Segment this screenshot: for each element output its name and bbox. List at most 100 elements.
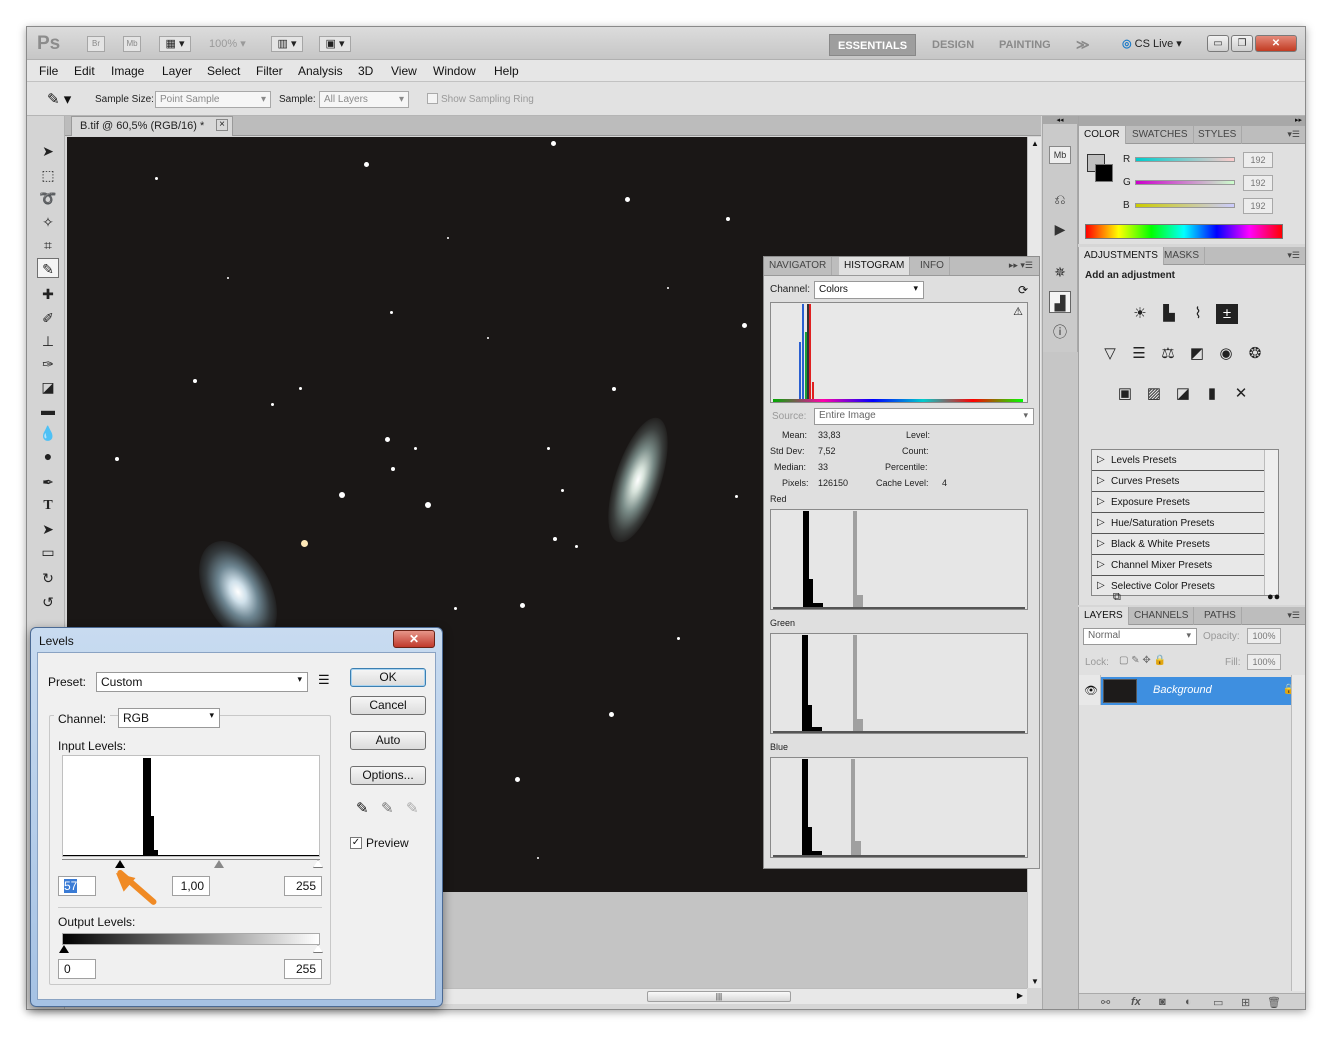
actions-icon[interactable]: ▶ bbox=[1049, 218, 1071, 240]
delete-layer-icon[interactable]: 🗑 bbox=[1267, 996, 1281, 1009]
panel-menu-icon[interactable]: ▾☰ bbox=[1287, 610, 1300, 621]
link-layers-icon[interactable]: ⚯ bbox=[1101, 996, 1110, 1009]
new-adjustment-layer-icon[interactable]: ◐ bbox=[1185, 996, 1192, 1008]
tab-swatches[interactable]: SWATCHES bbox=[1127, 126, 1194, 144]
workspace-essentials[interactable]: ESSENTIALS bbox=[829, 34, 917, 56]
add-mask-icon[interactable]: ◙ bbox=[1159, 996, 1166, 1008]
marquee-tool-icon[interactable]: ⬚ bbox=[37, 165, 59, 185]
brush-tool-icon[interactable]: ✐ bbox=[37, 308, 59, 328]
tab-paths[interactable]: PATHS bbox=[1199, 607, 1242, 625]
close-button[interactable]: ✕ bbox=[1255, 35, 1297, 52]
presets-scrollbar[interactable] bbox=[1264, 450, 1278, 595]
more-workspaces-icon[interactable]: ≫ bbox=[1068, 34, 1098, 56]
opacity-value[interactable]: 100% bbox=[1247, 628, 1281, 644]
color-balance-icon[interactable]: ⚖ bbox=[1157, 344, 1179, 364]
menu-layer[interactable]: Layer bbox=[162, 64, 192, 78]
auto-button[interactable]: Auto bbox=[350, 731, 426, 750]
menu-view[interactable]: View bbox=[391, 64, 417, 78]
green-slider[interactable] bbox=[1135, 180, 1235, 185]
tab-info[interactable]: INFO bbox=[915, 257, 950, 275]
threshold-icon[interactable]: ◪ bbox=[1172, 384, 1194, 404]
gray-eyedropper-icon[interactable]: ✎ bbox=[381, 799, 394, 817]
screen-mode-button[interactable]: ▣ ▾ bbox=[319, 36, 351, 52]
preset-options-icon[interactable]: ☰ bbox=[318, 672, 330, 688]
info-icon[interactable]: ⓘ bbox=[1049, 321, 1071, 343]
panel-menu-icon[interactable]: ▸▸ ▾☰ bbox=[1009, 260, 1033, 271]
preset-black-white[interactable]: ▷ Black & White Presets bbox=[1092, 534, 1264, 555]
tab-navigator[interactable]: NAVIGATOR bbox=[764, 257, 833, 275]
eyedropper-tool-icon[interactable]: ✎ bbox=[37, 258, 59, 278]
tab-channels[interactable]: CHANNELS bbox=[1129, 607, 1195, 625]
menu-window[interactable]: Window bbox=[433, 64, 476, 78]
panel-menu-icon[interactable]: ▾☰ bbox=[1287, 129, 1300, 140]
eyedropper-tool-preset-icon[interactable]: ✎ ▾ bbox=[47, 90, 71, 108]
sample-size-select[interactable]: Point Sample ▾ bbox=[155, 91, 271, 108]
preset-exposure[interactable]: ▷ Exposure Presets bbox=[1092, 492, 1264, 513]
menu-edit[interactable]: Edit bbox=[74, 64, 95, 78]
mini-bridge-button[interactable]: Mb bbox=[123, 36, 141, 52]
close-icon[interactable]: × bbox=[216, 119, 228, 131]
vibrance-icon[interactable]: ▽ bbox=[1099, 344, 1121, 364]
color-spectrum-ramp[interactable] bbox=[1085, 224, 1283, 239]
output-black-field[interactable]: 0 bbox=[58, 959, 96, 979]
healing-brush-tool-icon[interactable]: ✚ bbox=[37, 284, 59, 304]
gradient-tool-icon[interactable]: ▬ bbox=[37, 400, 59, 420]
clone-stamp-tool-icon[interactable]: ⊥ bbox=[37, 331, 59, 351]
quick-selection-tool-icon[interactable]: ✧ bbox=[37, 212, 59, 232]
blur-tool-icon[interactable]: 💧 bbox=[37, 423, 59, 443]
tab-adjustments[interactable]: ADJUSTMENTS bbox=[1079, 247, 1164, 265]
photo-filter-icon[interactable]: ◉ bbox=[1215, 344, 1237, 364]
ok-button[interactable]: OK bbox=[350, 668, 426, 687]
blend-mode-select[interactable]: Normal ▾ bbox=[1083, 628, 1197, 645]
fill-value[interactable]: 100% bbox=[1247, 654, 1281, 670]
histogram-source-select[interactable]: Entire Image ▾ bbox=[814, 408, 1034, 425]
move-tool-icon[interactable]: ➤ bbox=[37, 141, 59, 161]
collapse-panel-icon[interactable]: ▸▸ bbox=[1079, 116, 1305, 126]
red-slider[interactable] bbox=[1135, 157, 1235, 162]
background-color-swatch[interactable] bbox=[1095, 164, 1113, 182]
warning-icon[interactable]: ⚠ bbox=[1013, 305, 1023, 318]
cs-live-menu[interactable]: ◎ CS Live ▾ bbox=[1122, 37, 1182, 50]
preset-curves[interactable]: ▷ Curves Presets bbox=[1092, 471, 1264, 492]
input-gamma-field[interactable]: 1,00 bbox=[172, 876, 210, 896]
3d-rotate-tool-icon[interactable]: ↻ bbox=[37, 568, 59, 588]
eye-icon[interactable]: 👁 bbox=[1084, 684, 1098, 697]
brightness-contrast-icon[interactable]: ☀ bbox=[1129, 304, 1151, 324]
menu-image[interactable]: Image bbox=[111, 64, 144, 78]
output-white-field[interactable]: 255 bbox=[284, 959, 322, 979]
tab-color[interactable]: COLOR bbox=[1079, 126, 1126, 144]
hue-saturation-icon[interactable]: ☰ bbox=[1128, 344, 1150, 364]
rectangle-tool-icon[interactable]: ▭ bbox=[37, 542, 59, 562]
history-brush-tool-icon[interactable]: ✑ bbox=[37, 354, 59, 374]
dialog-close-button[interactable]: ✕ bbox=[393, 630, 435, 648]
selective-color-icon[interactable]: ✕ bbox=[1230, 384, 1252, 404]
menu-analysis[interactable]: Analysis bbox=[298, 64, 343, 78]
clip-to-layer-icon[interactable]: ⧉ bbox=[1113, 591, 1121, 604]
channel-mixer-icon[interactable]: ❂ bbox=[1244, 344, 1266, 364]
3d-orbit-tool-icon[interactable]: ↺ bbox=[37, 592, 59, 612]
history-icon[interactable]: ⎌ bbox=[1049, 188, 1071, 210]
maximize-button[interactable]: ❐ bbox=[1231, 35, 1253, 52]
tab-histogram[interactable]: HISTOGRAM bbox=[839, 257, 911, 275]
document-tab[interactable]: B.tif @ 60,5% (RGB/16) * × bbox=[71, 116, 233, 136]
navigator-icon[interactable]: ✵ bbox=[1049, 261, 1071, 283]
new-group-icon[interactable]: ▭ bbox=[1213, 996, 1223, 1009]
histogram-icon[interactable]: ▟ bbox=[1049, 291, 1071, 313]
preset-channel-mixer[interactable]: ▷ Channel Mixer Presets bbox=[1092, 555, 1264, 576]
menu-filter[interactable]: Filter bbox=[256, 64, 283, 78]
red-value[interactable]: 192 bbox=[1243, 152, 1273, 168]
dodge-tool-icon[interactable]: ● bbox=[37, 446, 59, 466]
pen-tool-icon[interactable]: ✒ bbox=[37, 472, 59, 492]
minimize-button[interactable]: ▭ bbox=[1207, 35, 1229, 52]
blue-value[interactable]: 192 bbox=[1243, 198, 1273, 214]
input-white-field[interactable]: 255 bbox=[284, 876, 322, 896]
output-black-handle[interactable] bbox=[59, 945, 69, 953]
gradient-map-icon[interactable]: ▮ bbox=[1201, 384, 1223, 404]
view-previous-state-icon[interactable]: ●● bbox=[1267, 591, 1280, 603]
horizontal-scroll-thumb[interactable]: ||| bbox=[647, 991, 791, 1002]
green-value[interactable]: 192 bbox=[1243, 175, 1273, 191]
preset-hue-saturation[interactable]: ▷ Hue/Saturation Presets bbox=[1092, 513, 1264, 534]
path-selection-tool-icon[interactable]: ➤ bbox=[37, 519, 59, 539]
view-extras-button[interactable]: ▦ ▾ bbox=[159, 36, 191, 52]
workspace-painting[interactable]: PAINTING bbox=[991, 34, 1059, 56]
